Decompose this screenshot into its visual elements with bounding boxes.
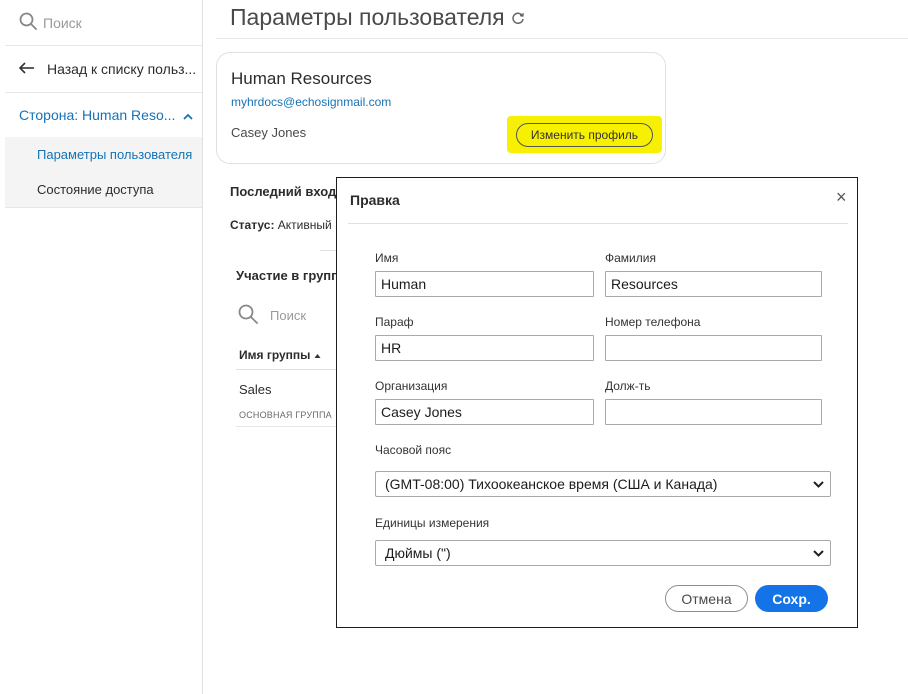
page-title: Параметры пользователя xyxy=(230,4,525,31)
groups-header-divider xyxy=(236,369,336,370)
phone-field[interactable] xyxy=(605,335,822,361)
edit-profile-highlight: Изменить профиль xyxy=(507,116,662,153)
status-label: Статус: xyxy=(230,218,275,232)
organization-label: Организация xyxy=(375,379,448,393)
status-value: Активный xyxy=(277,218,332,232)
initials-label: Параф xyxy=(375,315,414,329)
groups-search-placeholder: Поиск xyxy=(270,308,307,323)
refresh-icon[interactable] xyxy=(505,4,525,31)
search-icon xyxy=(19,12,43,33)
dialog-title: Правка xyxy=(350,192,400,208)
profile-name: Human Resources xyxy=(231,69,372,88)
last-name-field[interactable]: Resources xyxy=(605,271,822,297)
party-label: Сторона: Human Reso... xyxy=(19,107,176,123)
sort-ascending-icon xyxy=(314,348,321,362)
chevron-down-icon xyxy=(813,550,824,557)
sidebar-search[interactable]: Поиск xyxy=(5,0,202,46)
edit-profile-button[interactable]: Изменить профиль xyxy=(515,122,654,147)
page-title-text: Параметры пользователя xyxy=(230,4,505,30)
party-subnav: Параметры пользователя Состояние доступа xyxy=(5,137,202,208)
units-label: Единицы измерения xyxy=(375,516,490,530)
dialog-header-divider xyxy=(348,223,848,224)
arrow-left-icon xyxy=(18,61,47,77)
profile-card: Human Resources myhrdocs@echosignmail.co… xyxy=(216,52,666,164)
search-icon xyxy=(238,304,270,327)
title-divider xyxy=(216,38,908,39)
group-row-divider xyxy=(236,426,336,427)
timezone-selected-value: (GMT-08:00) Тихоокеанское время (США и К… xyxy=(385,476,718,492)
cancel-button[interactable]: Отмена xyxy=(665,585,748,612)
edit-profile-dialog: Правка × Имя Human Фамилия Resources Пар… xyxy=(336,177,858,628)
units-select[interactable]: Дюймы (") xyxy=(375,540,831,566)
group-name-column-header[interactable]: Имя группы xyxy=(239,348,321,362)
timezone-select[interactable]: (GMT-08:00) Тихоокеанское время (США и К… xyxy=(375,471,831,497)
last-login-label: Последний вход: xyxy=(230,184,341,199)
position-field[interactable] xyxy=(605,399,822,425)
back-link-label: Назад к списку польз... xyxy=(47,61,197,77)
phone-label: Номер телефона xyxy=(605,315,701,329)
chevron-up-icon xyxy=(183,107,194,123)
position-label: Долж-ть xyxy=(605,379,651,393)
page: Поиск Назад к списку польз... Сторона: H… xyxy=(0,0,908,694)
units-selected-value: Дюймы (") xyxy=(385,545,451,561)
party-section-toggle[interactable]: Сторона: Human Reso... xyxy=(5,93,202,137)
sidebar-item-access-status[interactable]: Состояние доступа xyxy=(5,172,202,207)
chevron-down-icon xyxy=(813,481,824,488)
status-line: Статус: Активный xyxy=(230,218,332,232)
back-to-user-list-link[interactable]: Назад к списку польз... xyxy=(5,46,202,93)
first-name-field[interactable]: Human xyxy=(375,271,594,297)
sidebar: Поиск Назад к списку польз... Сторона: H… xyxy=(5,0,203,694)
last-name-label: Фамилия xyxy=(605,251,656,265)
groups-search[interactable]: Поиск xyxy=(238,304,306,327)
profile-email[interactable]: myhrdocs@echosignmail.com xyxy=(231,95,391,109)
group-row-name[interactable]: Sales xyxy=(239,382,272,397)
group-name-header-label: Имя группы xyxy=(239,348,311,362)
save-button[interactable]: Сохр. xyxy=(755,585,828,612)
profile-person: Casey Jones xyxy=(231,125,307,140)
group-row-tag: ОСНОВНАЯ ГРУППА xyxy=(239,410,332,420)
sidebar-search-placeholder: Поиск xyxy=(43,14,82,31)
initials-field[interactable]: HR xyxy=(375,335,594,361)
timezone-label: Часовой пояс xyxy=(375,443,452,457)
groups-title: Участие в групп xyxy=(236,268,340,283)
sidebar-item-user-settings[interactable]: Параметры пользователя xyxy=(5,137,202,172)
first-name-label: Имя xyxy=(375,251,399,265)
close-icon[interactable]: × xyxy=(836,187,847,208)
organization-field[interactable]: Casey Jones xyxy=(375,399,594,425)
